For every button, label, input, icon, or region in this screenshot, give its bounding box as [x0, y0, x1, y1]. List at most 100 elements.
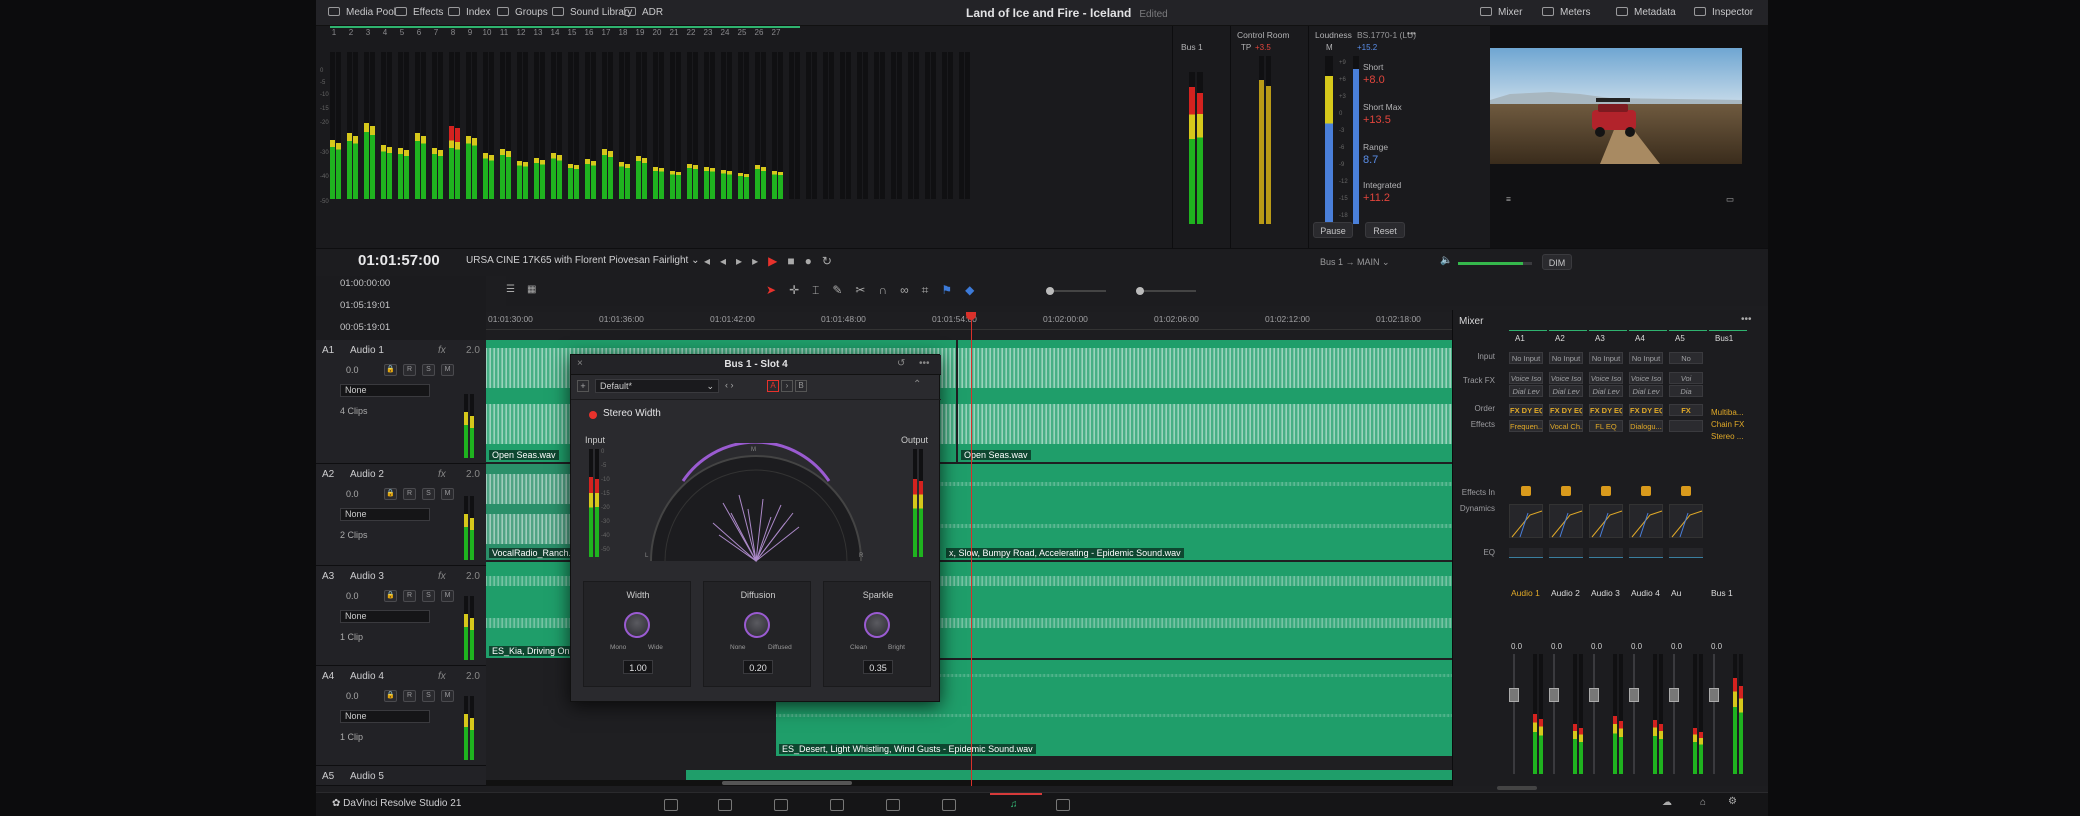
plugin-reset-icon[interactable]: ↺	[897, 358, 905, 369]
home-icon[interactable]: ⌂	[1700, 797, 1706, 808]
playhead[interactable]	[971, 312, 972, 786]
flag-icon[interactable]: ◆	[965, 283, 987, 297]
mixer-fader-handle[interactable]	[1589, 688, 1599, 702]
effects-in-button[interactable]	[1641, 486, 1651, 496]
track-header-a4[interactable]: A4 Audio 4 fx 2.0 0.0 🔒 R S M None 1 Clip	[316, 666, 486, 766]
mixer-fader-handle[interactable]	[1509, 688, 1519, 702]
mixer-trackfx-cell[interactable]: Dia	[1669, 385, 1703, 397]
clip-vocal-radio[interactable]: VocalRadio_Ranch.wav	[486, 464, 576, 560]
clip-open-seas-2[interactable]: Open Seas.wav	[958, 340, 1452, 462]
track-fx-icon[interactable]: fx	[438, 671, 446, 682]
mute-button[interactable]: M	[441, 488, 454, 500]
track-fx-icon[interactable]: fx	[438, 345, 446, 356]
track-name[interactable]: Audio 3	[350, 571, 384, 582]
mixer-toggle-button[interactable]: Mixer	[1480, 0, 1522, 26]
viewer-fullscreen-icon[interactable]: ▭	[1726, 194, 1734, 205]
effects-button[interactable]: Effects	[395, 0, 443, 26]
solo-button[interactable]: S	[422, 488, 435, 500]
fusion-page-icon[interactable]	[830, 799, 844, 811]
track-name[interactable]: Audio 4	[350, 671, 384, 682]
track-fx-icon[interactable]: fx	[438, 571, 446, 582]
mixer-trackfx-cell[interactable]: Voice Iso	[1509, 372, 1543, 384]
mixer-trackfx-cell[interactable]: Dial Lev	[1509, 385, 1543, 397]
stop-icon[interactable]: ■	[787, 254, 804, 268]
mixer-fader-track[interactable]	[1673, 654, 1675, 774]
deliver-page-icon[interactable]	[1056, 799, 1070, 811]
cut-page-icon[interactable]	[718, 799, 732, 811]
zoom-slider[interactable]	[1046, 287, 1106, 295]
timeline-scrollbar[interactable]	[486, 780, 1452, 786]
mixer-strip-level[interactable]: 0.0	[1591, 642, 1602, 651]
mixer-order-cell[interactable]: FX DY EQ	[1589, 404, 1623, 416]
mixer-trackfx-cell[interactable]: Voice Iso	[1549, 372, 1583, 384]
viewer-settings-icon[interactable]: ≡	[1506, 194, 1511, 204]
trim-icon[interactable]: ⌶	[812, 283, 832, 297]
range-select-icon[interactable]: ✛	[789, 283, 812, 297]
media-page-icon[interactable]	[664, 799, 678, 811]
meters-toggle-button[interactable]: Meters	[1542, 0, 1591, 26]
fast-forward-icon[interactable]: ▸▸	[736, 254, 768, 268]
bus-route[interactable]: Bus 1 → MAIN ⌄	[1320, 257, 1390, 268]
adr-button[interactable]: ADR	[624, 0, 663, 26]
groups-button[interactable]: Groups	[497, 0, 548, 26]
track-header-a5[interactable]: A5 Audio 5	[316, 766, 486, 786]
loudness-options-icon[interactable]: •••	[1407, 28, 1416, 38]
inspector-toggle-button[interactable]: Inspector	[1694, 0, 1753, 26]
index-button[interactable]: Index	[448, 0, 490, 26]
sound-library-button[interactable]: Sound Library	[552, 0, 632, 26]
mixer-trackfx-cell[interactable]: Voi	[1669, 372, 1703, 384]
lock-icon[interactable]: 🔒	[384, 364, 397, 376]
mute-button[interactable]: M	[441, 590, 454, 602]
edit-page-icon[interactable]	[774, 799, 788, 811]
control-knob[interactable]	[864, 612, 890, 638]
track-level[interactable]: 0.0	[346, 691, 359, 701]
mixer-scrollbar[interactable]	[1497, 786, 1537, 790]
effects-in-button[interactable]	[1601, 486, 1611, 496]
timecode-display[interactable]: 01:01:57:00	[358, 252, 440, 269]
mixer-order-cell[interactable]: FX	[1669, 404, 1703, 416]
track-preset-dropdown[interactable]: None	[340, 710, 430, 723]
mixer-strip-level[interactable]: 0.0	[1671, 642, 1682, 651]
speaker-icon[interactable]: 🔈	[1440, 255, 1452, 266]
bus-effect[interactable]: Stereo ...	[1711, 432, 1743, 441]
mixer-fader-handle[interactable]	[1669, 688, 1679, 702]
record-icon[interactable]: ●	[805, 254, 822, 268]
dynamics-graph[interactable]	[1589, 504, 1623, 538]
record-arm-button[interactable]: R	[403, 364, 416, 376]
solo-button[interactable]: S	[422, 590, 435, 602]
mixer-strip-level[interactable]: 0.0	[1631, 642, 1642, 651]
eq-graph[interactable]	[1669, 548, 1703, 558]
mixer-fader-handle[interactable]	[1629, 688, 1639, 702]
track-header-a2[interactable]: A2 Audio 2 fx 2.0 0.0 🔒 R S M None 2 Clips	[316, 464, 486, 566]
pencil-icon[interactable]: ✎	[832, 283, 855, 297]
loop-icon[interactable]: ↻	[822, 254, 842, 268]
dynamics-graph[interactable]	[1629, 504, 1663, 538]
mixer-trackfx-cell[interactable]: Dial Lev	[1589, 385, 1623, 397]
color-page-icon[interactable]	[886, 799, 900, 811]
mixer-fader-track[interactable]	[1593, 654, 1595, 774]
record-arm-button[interactable]: R	[403, 590, 416, 602]
record-arm-button[interactable]: R	[403, 690, 416, 702]
mixer-effect-cell[interactable]: Dialogu...	[1629, 420, 1663, 432]
dynamics-graph[interactable]	[1669, 504, 1703, 538]
plugin-bypass-toggle[interactable]	[589, 411, 597, 419]
solo-button[interactable]: S	[422, 364, 435, 376]
effects-in-button[interactable]	[1521, 486, 1531, 496]
track-header-a1[interactable]: A1 Audio 1 fx 2.0 0.0 🔒 R S M None 4 Clips	[316, 340, 486, 464]
eq-graph[interactable]	[1549, 548, 1583, 558]
track-preset-dropdown[interactable]: None	[340, 508, 430, 521]
preset-dropdown[interactable]: Default* ⌄	[595, 379, 719, 393]
track-height-slider[interactable]	[1136, 287, 1196, 295]
razor-icon[interactable]: ✂	[855, 283, 878, 297]
bus-effect[interactable]: Chain FX	[1711, 420, 1744, 429]
mixer-fader-track[interactable]	[1513, 654, 1515, 774]
mixer-trackfx-cell[interactable]: Voice Iso	[1589, 372, 1623, 384]
mixer-effect-cell[interactable]: Frequen...	[1509, 420, 1543, 432]
mixer-fader-track[interactable]	[1633, 654, 1635, 774]
mixer-options-icon[interactable]: •••	[1741, 314, 1752, 325]
ab-a-button[interactable]: A	[767, 380, 779, 392]
marker-icon[interactable]: ⚑	[941, 283, 965, 297]
mixer-effect-cell[interactable]	[1669, 420, 1703, 432]
mixer-fader-handle[interactable]	[1549, 688, 1559, 702]
eq-graph[interactable]	[1589, 548, 1623, 558]
